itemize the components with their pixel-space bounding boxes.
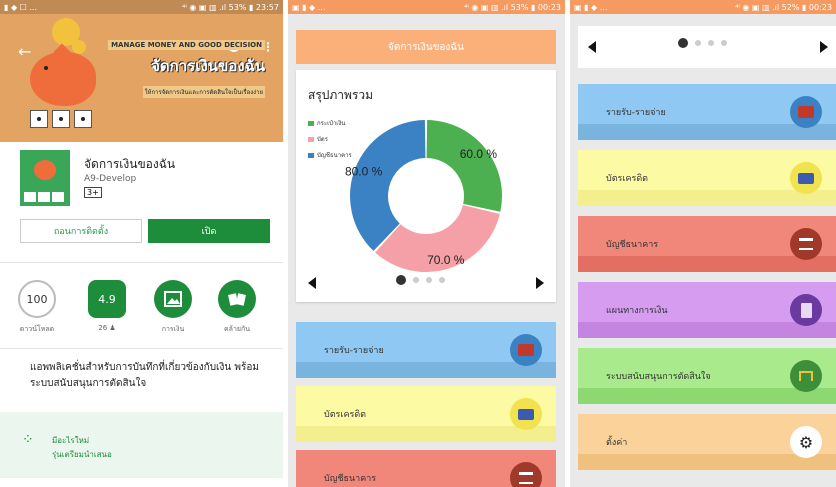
status-right: ⁴ᴵ ◉ ▣ ▥ .ıl 52% ▮ 00:23 <box>735 2 832 12</box>
prev-arrow-icon[interactable] <box>588 41 596 53</box>
divider <box>0 262 283 263</box>
menu-label: บัตรเครดิต <box>324 410 367 420</box>
dashboard-panel: ▣ ▮ ◆ ... ⁴ᴵ ◉ ▣ ▥ .ıl 53% ▮ 00:23 จัดกา… <box>288 0 565 487</box>
play-store-panel: ▮ ◆ ☐ ... ⁴ᴵ ◉ ▣ ▥ .ıl 53% ▮ 23:57 ← ⋮ M… <box>0 0 283 487</box>
menu-item-financial-plan[interactable]: แผนทางการเงิน <box>578 282 836 338</box>
rating-count: 26 ♟ <box>98 324 116 332</box>
similar-label: คล้ายกัน <box>223 325 251 333</box>
whats-new-subtitle: รุ่นเตรียมนำเสนอ <box>52 450 112 459</box>
menu-item-credit-card[interactable]: บัตรเครดิต <box>296 386 556 442</box>
gear-icon: ⚙ <box>790 426 822 458</box>
similar-stat[interactable]: คล้ายกัน <box>214 280 260 335</box>
status-left: ▣ ▮ ◆ ... <box>574 2 608 12</box>
status-left: ▮ ◆ ☐ ... <box>4 2 37 12</box>
carousel-header <box>578 26 836 68</box>
menu-label: บัญชีธนาคาร <box>324 474 377 484</box>
app-header: จัดการเงินของฉัน <box>296 30 556 64</box>
menu-item-income-expense[interactable]: รายรับ-รายจ่าย <box>578 84 836 140</box>
developer-name[interactable]: A9-Develop <box>84 174 136 184</box>
carousel-indicator <box>396 275 445 285</box>
menu-label: บัญชีธนาคาร <box>606 240 659 250</box>
carousel-indicator <box>678 38 727 48</box>
image-icon <box>154 280 192 318</box>
status-right: ⁴ᴵ ◉ ▣ ▥ .ıl 53% ▮ 23:57 <box>182 2 279 12</box>
menu-label: ตั้งค่า <box>606 438 628 448</box>
bank-icon <box>790 228 822 260</box>
cards-icon <box>218 280 256 318</box>
pie-slice <box>426 120 502 212</box>
status-right: ⁴ᴵ ◉ ▣ ▥ .ıl 53% ▮ 00:23 <box>464 2 561 12</box>
banner-subtitle: MANAGE MONEY AND GOOD DECISION <box>108 40 265 50</box>
menu-item-decision-support[interactable]: ระบบสนับสนุนการตัดสินใจ <box>578 348 836 404</box>
menu-item-bank-account[interactable]: บัญชีธนาคาร <box>296 450 556 487</box>
back-arrow-icon[interactable]: ← <box>18 42 31 61</box>
rating-stat[interactable]: 4.9 26 ♟ <box>84 280 130 332</box>
wallet-icon <box>790 96 822 128</box>
content-rating-badge: 3+ <box>84 187 102 198</box>
next-arrow-icon[interactable] <box>536 277 544 289</box>
data-label: 60.0 % <box>460 147 498 161</box>
status-bar: ▣ ▮ ◆ ... ⁴ᴵ ◉ ▣ ▥ .ıl 53% ▮ 00:23 <box>288 0 565 14</box>
status-bar: ▣ ▮ ◆ ... ⁴ᴵ ◉ ▣ ▥ .ıl 52% ▮ 00:23 <box>570 0 836 14</box>
downloads-value: 100 <box>18 280 56 318</box>
credit-card-icon <box>510 398 542 430</box>
summary-card: สรุปภาพรวม กระเป๋าเงิน บัตร บัญชีธนาคาร … <box>296 70 556 302</box>
dice-logo <box>30 110 92 128</box>
category-stat[interactable]: การเงิน <box>150 280 196 335</box>
credit-card-icon <box>790 162 822 194</box>
menu-panel: ▣ ▮ ◆ ... ⁴ᴵ ◉ ▣ ▥ .ıl 52% ▮ 00:23 รายรั… <box>570 0 836 487</box>
downloads-stat: 100 ดาวน์โหลด <box>14 280 60 335</box>
open-button[interactable]: เปิด <box>148 219 270 243</box>
menu-item-credit-card[interactable]: บัตรเครดิต <box>578 150 836 206</box>
whats-new-title: มีอะไรใหม่ <box>52 436 90 445</box>
status-bar: ▮ ◆ ☐ ... ⁴ᴵ ◉ ▣ ▥ .ıl 53% ▮ 23:57 <box>0 0 283 14</box>
app-banner: ▮ ◆ ☐ ... ⁴ᴵ ◉ ▣ ▥ .ıl 53% ▮ 23:57 ← ⋮ M… <box>0 0 283 142</box>
menu-item-settings[interactable]: ตั้งค่า ⚙ <box>578 414 836 470</box>
status-left: ▣ ▮ ◆ ... <box>292 2 326 12</box>
decision-tree-icon <box>790 360 822 392</box>
data-label: 70.0 % <box>427 253 465 267</box>
data-label: 80.0 % <box>345 165 383 179</box>
banner-tagline: ให้การจัดการเงินและการตัดสินใจเป็นเรื่อง… <box>142 86 265 98</box>
menu-label: รายรับ-รายจ่าย <box>606 108 666 118</box>
menu-label: ระบบสนับสนุนการตัดสินใจ <box>606 372 711 382</box>
rating-value: 4.9 <box>88 280 126 318</box>
pie-slice <box>350 120 426 251</box>
prev-arrow-icon[interactable] <box>308 277 316 289</box>
app-name: จัดการเงินของฉัน <box>84 157 176 171</box>
wallet-icon <box>510 334 542 366</box>
menu-item-income-expense[interactable]: รายรับ-รายจ่าย <box>296 322 556 378</box>
menu-label: แผนทางการเงิน <box>606 306 668 316</box>
banner-title: จัดการเงินของฉัน <box>151 57 265 75</box>
divider <box>0 348 283 349</box>
piggy-bank-icon <box>30 43 96 106</box>
app-icon <box>20 150 70 206</box>
menu-item-bank-account[interactable]: บัญชีธนาคาร <box>578 216 836 272</box>
app-description: แอพพลิเคชั่นสำหรับการบันทึกที่เกี่ยวข้อง… <box>30 362 259 389</box>
downloads-label: ดาวน์โหลด <box>19 325 55 333</box>
whats-new-section[interactable]: ⁘ มีอะไรใหม่ รุ่นเตรียมนำเสนอ <box>0 412 283 478</box>
uninstall-button[interactable]: ถอนการติดตั้ง <box>20 219 142 243</box>
category-label: การเงิน <box>161 325 185 333</box>
next-arrow-icon[interactable] <box>820 41 828 53</box>
menu-label: บัตรเครดิต <box>606 174 649 184</box>
menu-label: รายรับ-รายจ่าย <box>324 346 384 356</box>
donut-chart: 60.0 % 70.0 % 80.0 % <box>345 120 502 272</box>
bank-icon <box>510 462 542 487</box>
loading-spinner-icon: ⁘ <box>22 432 34 448</box>
notebook-icon <box>790 294 822 326</box>
summary-title: สรุปภาพรวม <box>308 88 374 102</box>
